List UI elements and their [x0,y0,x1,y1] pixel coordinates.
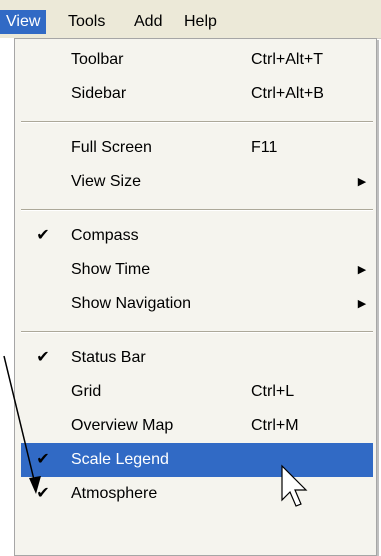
menu-item-label: Compass [71,227,139,244]
menu-item-atmosphere[interactable]: ✔ Atmosphere [21,477,373,511]
view-menu-dropdown: Toolbar Ctrl+Alt+T Sidebar Ctrl+Alt+B Fu… [14,38,377,556]
menu-item-status-bar[interactable]: ✔ Status Bar [21,341,373,375]
menu-item-shortcut: Ctrl+L [251,383,295,400]
checkmark-icon: ✔ [36,451,50,468]
menubar-add[interactable]: Add [128,10,168,34]
menu-item-shortcut: Ctrl+M [251,417,299,434]
checkmark-icon: ✔ [36,227,50,244]
menu-item-show-time[interactable]: Show Time ▶ [21,253,373,287]
menu-item-shortcut: Ctrl+Alt+B [251,85,324,102]
menu-item-label: Status Bar [71,349,146,366]
menu-separator [21,209,373,211]
menu-item-compass[interactable]: ✔ Compass [21,219,373,253]
menu-separator [21,331,373,333]
menu-bar: View Tools Add Help [0,0,381,39]
menu-item-scale-legend[interactable]: ✔ Scale Legend [21,443,373,477]
menu-item-sidebar[interactable]: Sidebar Ctrl+Alt+B [21,77,373,111]
menu-item-label: View Size [71,173,141,190]
menu-item-grid[interactable]: Grid Ctrl+L [21,375,373,409]
menu-item-label: Full Screen [71,139,152,156]
menu-item-toolbar[interactable]: Toolbar Ctrl+Alt+T [21,43,373,77]
submenu-arrow-icon: ▶ [357,176,367,188]
menu-item-overview-map[interactable]: Overview Map Ctrl+M [21,409,373,443]
menu-item-label: Sidebar [71,85,127,102]
menu-item-view-size[interactable]: View Size ▶ [21,165,373,199]
background-edge [0,38,14,556]
menu-item-label: Scale Legend [71,451,169,468]
menu-item-label: Show Navigation [71,295,192,312]
checkmark-icon: ✔ [36,349,50,366]
menubar-help[interactable]: Help [178,10,223,34]
menu-item-show-navigation[interactable]: Show Navigation ▶ [21,287,373,321]
menubar-view[interactable]: View [0,10,47,34]
checkmark-icon: ✔ [36,485,50,502]
menubar-tools[interactable]: Tools [62,10,111,34]
menu-item-shortcut: F11 [251,139,278,156]
submenu-arrow-icon: ▶ [357,264,367,276]
menu-item-label: Toolbar [71,51,124,68]
menu-item-shortcut: Ctrl+Alt+T [251,51,324,68]
submenu-arrow-icon: ▶ [357,298,367,310]
menu-separator [21,121,373,123]
menu-item-full-screen[interactable]: Full Screen F11 [21,131,373,165]
menu-item-label: Atmosphere [71,485,158,502]
menu-item-label: Grid [71,383,102,400]
menu-item-label: Show Time [71,261,151,278]
menu-item-label: Overview Map [71,417,174,434]
